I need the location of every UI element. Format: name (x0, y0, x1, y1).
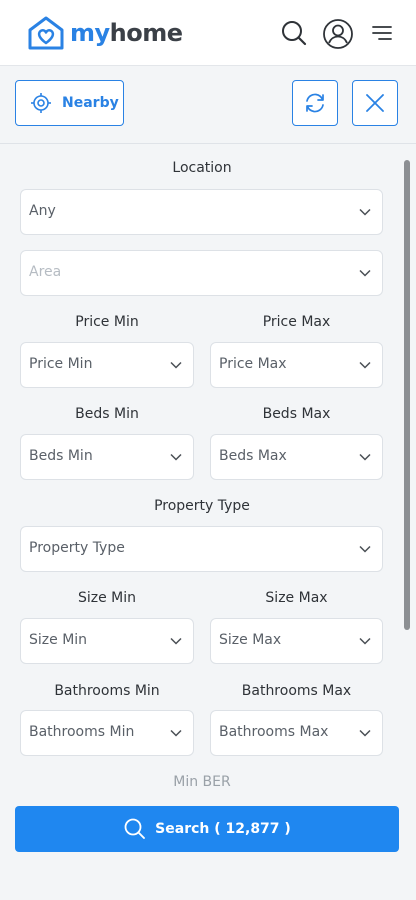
size-min-select[interactable]: Size Min (20, 618, 194, 664)
beds-min-select[interactable]: Beds Min (20, 434, 194, 480)
size-max-value: Size Max (219, 632, 282, 648)
bathrooms-min-value: Bathrooms Min (29, 724, 135, 740)
logo[interactable]: myhome (27, 15, 183, 51)
bathrooms-max-value: Bathrooms Max (219, 724, 329, 740)
chevron-down-icon (170, 453, 182, 461)
chevron-down-icon (170, 729, 182, 737)
price-min-select[interactable]: Price Min (20, 342, 194, 388)
logo-text: myhome (70, 19, 183, 47)
beds-max-select[interactable]: Beds Max (210, 434, 383, 480)
search-button[interactable]: Search ( 12,877 ) (15, 806, 399, 852)
close-icon (366, 94, 384, 112)
bathrooms-max-label: Bathrooms Max (241, 683, 352, 699)
scrollbar[interactable] (404, 160, 410, 630)
size-max-select[interactable]: Size Max (210, 618, 383, 664)
chevron-down-icon (170, 361, 182, 369)
chevron-down-icon (170, 637, 182, 645)
chevron-down-icon (359, 453, 371, 461)
location-label: Location (172, 160, 232, 176)
logo-text-rest: home (109, 19, 183, 47)
price-max-select[interactable]: Price Max (210, 342, 383, 388)
beds-max-value: Beds Max (219, 448, 287, 464)
account-icon[interactable] (322, 18, 353, 49)
toolbar: Nearby (0, 66, 416, 144)
price-min-label: Price Min (75, 314, 139, 330)
size-min-label: Size Min (77, 590, 137, 606)
area-select[interactable]: Area (20, 250, 383, 296)
location-select[interactable]: Any (20, 189, 383, 235)
close-button[interactable] (352, 80, 398, 126)
bathrooms-min-select[interactable]: Bathrooms Min (20, 710, 194, 756)
search-button-label: Search ( 12,877 ) (155, 821, 291, 837)
refresh-icon (306, 93, 324, 113)
chevron-down-icon (359, 729, 371, 737)
nearby-button[interactable]: Nearby (15, 80, 124, 126)
header: myhome (0, 0, 416, 66)
nearby-label: Nearby (62, 95, 119, 111)
chevron-down-icon (359, 545, 371, 553)
size-max-label: Size Max (265, 590, 328, 606)
chevron-down-icon (359, 208, 371, 216)
property-type-value: Property Type (29, 540, 125, 556)
area-placeholder: Area (29, 264, 62, 280)
property-type-label: Property Type (154, 498, 250, 514)
home-heart-logo-icon (28, 16, 64, 50)
price-min-value: Price Min (29, 356, 93, 372)
refresh-button[interactable] (292, 80, 338, 126)
bathrooms-max-select[interactable]: Bathrooms Max (210, 710, 383, 756)
beds-min-label: Beds Min (75, 406, 139, 422)
price-max-value: Price Max (219, 356, 287, 372)
min-ber-label: Min BER (173, 774, 231, 790)
location-value: Any (29, 203, 56, 219)
size-min-value: Size Min (29, 632, 88, 648)
beds-min-value: Beds Min (29, 448, 93, 464)
logo-text-brand: my (70, 19, 110, 47)
chevron-down-icon (359, 637, 371, 645)
search-icon (124, 818, 146, 839)
chevron-down-icon (359, 269, 371, 277)
bathrooms-min-label: Bathrooms Min (54, 683, 160, 699)
location-target-icon (31, 93, 51, 113)
price-max-label: Price Max (262, 314, 331, 330)
chevron-down-icon (359, 361, 371, 369)
beds-max-label: Beds Max (262, 406, 331, 422)
property-type-select[interactable]: Property Type (20, 526, 383, 572)
menu-icon[interactable] (369, 18, 399, 48)
search-icon[interactable] (279, 18, 309, 48)
